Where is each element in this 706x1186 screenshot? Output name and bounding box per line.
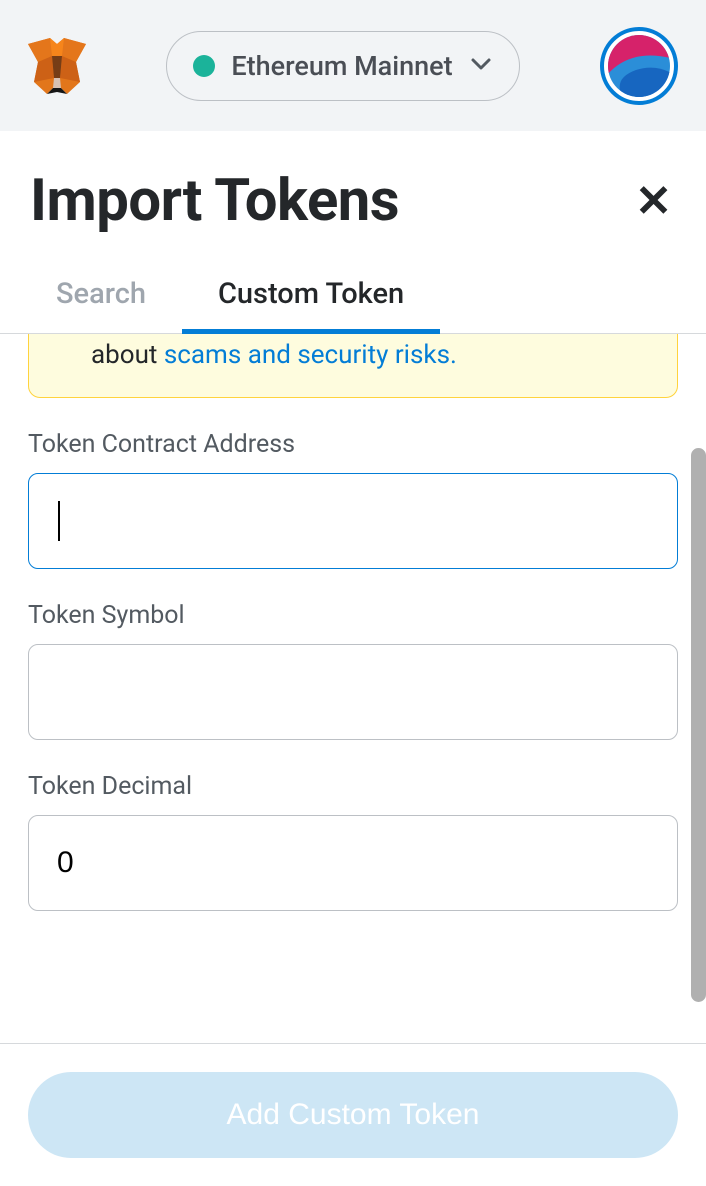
token-contract-address-field: Token Contract Address <box>28 430 678 569</box>
scams-security-link[interactable]: scams and security risks. <box>164 340 457 370</box>
warning-banner: fake versions of existing tokens. Learn … <box>28 334 678 398</box>
network-selector-container: Ethereum Mainnet <box>104 31 582 101</box>
network-label: Ethereum Mainnet <box>231 50 452 82</box>
token-symbol-label: Token Symbol <box>28 601 678 630</box>
chevron-down-icon <box>469 52 493 80</box>
token-decimal-field: Token Decimal <box>28 772 678 911</box>
add-custom-token-button[interactable]: Add Custom Token <box>28 1072 678 1158</box>
page-title: Import Tokens <box>30 167 399 235</box>
account-avatar-icon <box>608 35 670 97</box>
token-decimal-label: Token Decimal <box>28 772 678 801</box>
text-cursor-icon <box>58 501 60 541</box>
metamask-logo-icon <box>28 38 86 94</box>
network-selector[interactable]: Ethereum Mainnet <box>166 31 519 101</box>
tab-custom-token[interactable]: Custom Token <box>182 265 440 335</box>
tab-bar: Search Custom Token <box>0 265 706 334</box>
token-contract-address-input[interactable] <box>28 473 678 569</box>
token-symbol-input[interactable] <box>28 644 678 740</box>
close-icon: ✕ <box>635 175 672 227</box>
account-avatar-button[interactable] <box>600 27 678 105</box>
scrollbar-track <box>691 336 706 1004</box>
network-status-dot-icon <box>193 55 215 77</box>
tab-search[interactable]: Search <box>20 265 182 333</box>
form-scroll-area: fake versions of existing tokens. Learn … <box>0 334 706 1006</box>
page-header: Import Tokens ✕ <box>0 131 706 265</box>
token-symbol-field: Token Symbol <box>28 601 678 740</box>
token-decimal-input[interactable] <box>28 815 678 911</box>
token-contract-address-label: Token Contract Address <box>28 430 678 459</box>
scrollbar-thumb[interactable] <box>691 448 706 1002</box>
top-bar: Ethereum Mainnet <box>0 0 706 131</box>
footer: Add Custom Token <box>0 1043 706 1186</box>
close-button[interactable]: ✕ <box>631 175 676 227</box>
